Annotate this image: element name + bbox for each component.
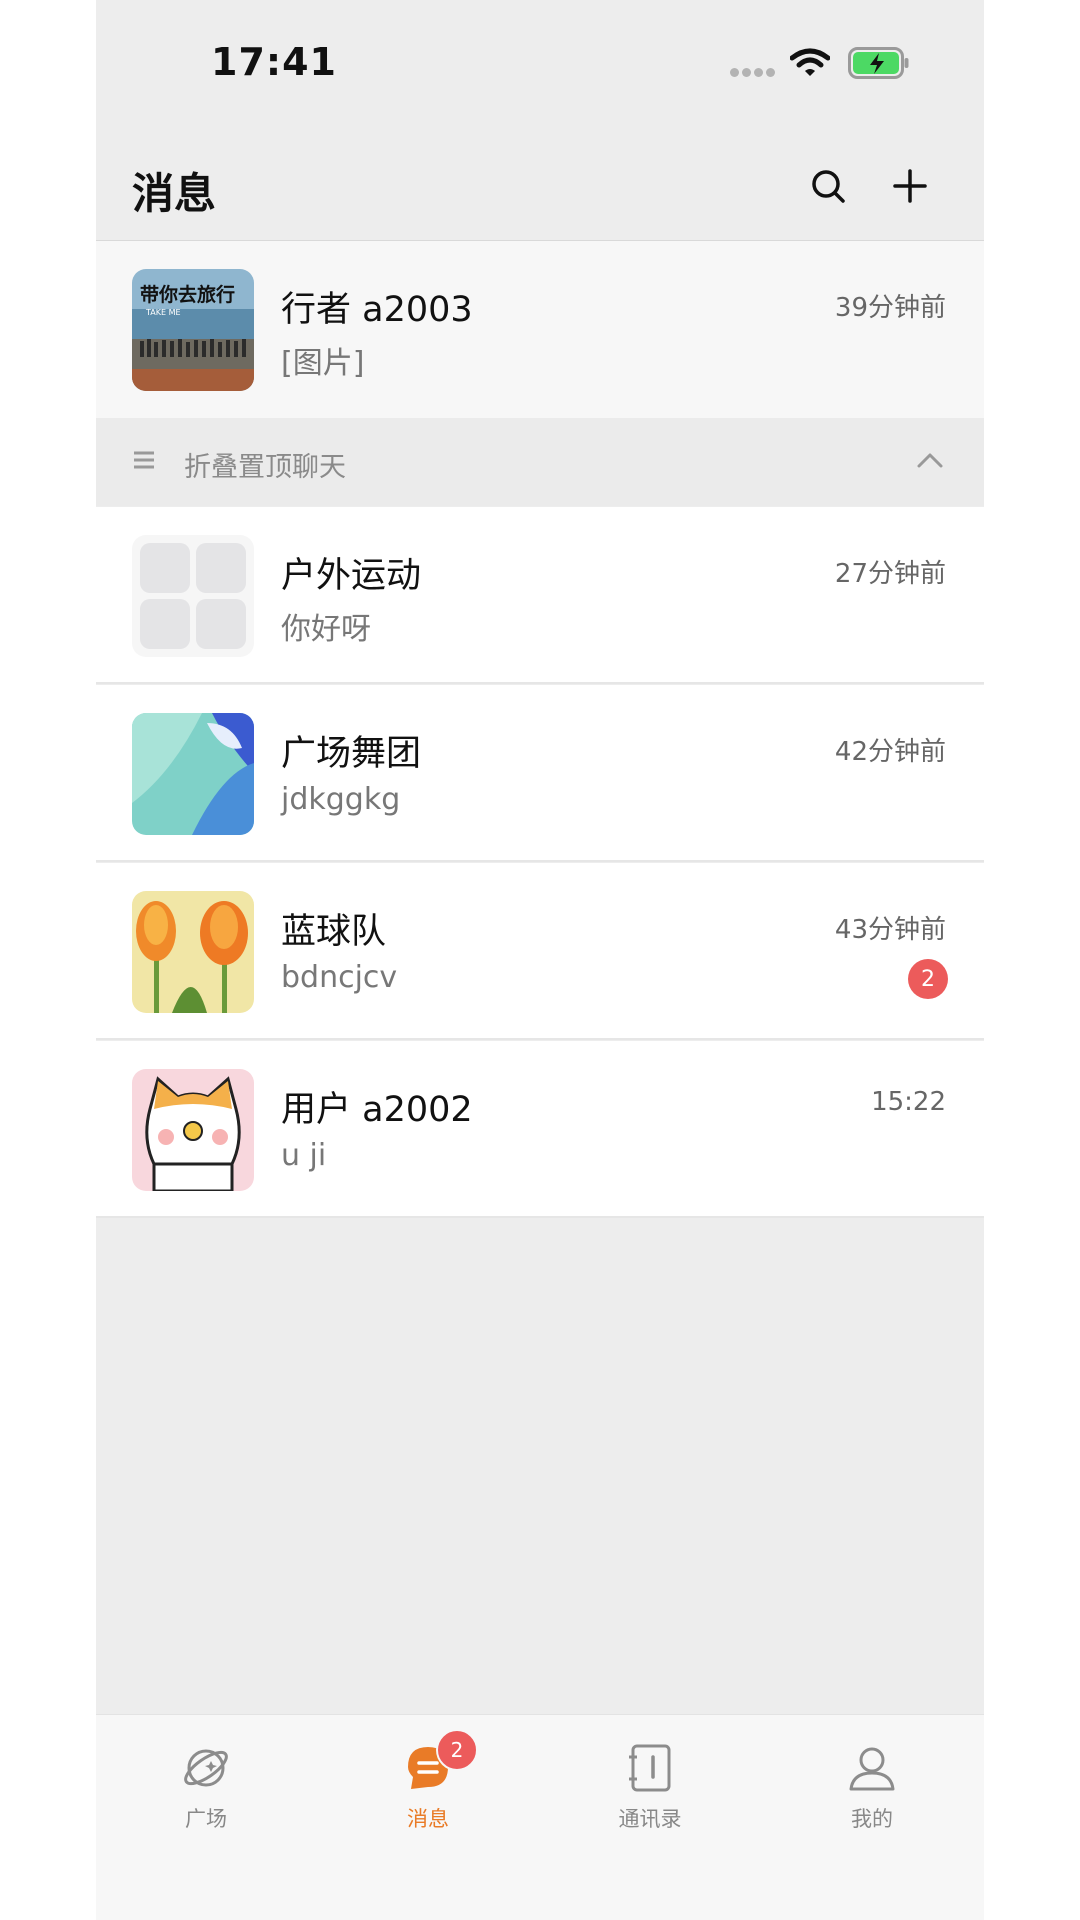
chat-preview: [图片] (281, 346, 365, 381)
phone-screen: 17:41 消息 带你去旅行 TAKE ME 行者 a2003 [图片] 39分… (96, 0, 984, 1920)
nav-header: 消息 (96, 130, 984, 240)
avatar: 带你去旅行 TAKE ME (132, 269, 254, 391)
chat-time: 27分钟前 (834, 559, 946, 589)
menu-icon (134, 451, 154, 469)
add-button[interactable] (882, 158, 938, 214)
chat-preview: 你好呀 (281, 612, 371, 647)
wifi-icon (790, 48, 830, 76)
fold-pinned-bar[interactable]: 折叠置顶聊天 (96, 418, 984, 506)
contacts-book-icon (629, 1744, 671, 1792)
status-time: 17:41 (211, 40, 337, 84)
signal-icon (730, 68, 775, 77)
chat-time: 42分钟前 (834, 737, 946, 767)
planet-icon (184, 1749, 228, 1787)
chat-time: 43分钟前 (834, 915, 946, 945)
chat-name: 用户 a2002 (281, 1090, 473, 1130)
tab-label: 广场 (185, 1807, 227, 1831)
chat-name: 行者 a2003 (281, 290, 473, 330)
avatar (132, 713, 254, 835)
chat-time: 15:22 (871, 1087, 946, 1117)
chat-name: 户外运动 (281, 556, 422, 596)
chat-row[interactable]: 户外运动 你好呀 27分钟前 (96, 507, 984, 684)
pinned-chat-row[interactable]: 带你去旅行 TAKE ME 行者 a2003 [图片] 39分钟前 (96, 241, 984, 418)
chat-name: 蓝球队 (281, 912, 387, 952)
tab-label: 我的 (851, 1807, 893, 1831)
chat-row[interactable]: 用户 a2002 u ji 15:22 (96, 1041, 984, 1218)
page-title: 消息 (132, 169, 217, 218)
chat-preview: jdkggkg (281, 782, 401, 817)
tab-bar: 广场 2 消息 通讯录 我的 (96, 1714, 984, 1920)
status-bar: 17:41 (96, 0, 984, 130)
person-icon (849, 1747, 895, 1791)
avatar (132, 1069, 254, 1191)
avatar-subcaption: TAKE ME (145, 308, 181, 317)
avatar (132, 891, 254, 1013)
search-button[interactable] (800, 158, 856, 214)
tab-me[interactable]: 我的 (812, 1743, 932, 1843)
search-icon (812, 170, 845, 203)
chevron-up-icon (917, 453, 943, 468)
avatar (132, 535, 254, 657)
row-divider (96, 1038, 984, 1040)
plus-icon (893, 169, 927, 203)
fold-label: 折叠置顶聊天 (184, 452, 346, 483)
unread-badge: 2 (908, 959, 948, 999)
row-divider (96, 1216, 984, 1218)
chat-preview: bdncjcv (281, 960, 398, 995)
tab-messages[interactable]: 2 消息 (368, 1729, 488, 1843)
tab-plaza[interactable]: 广场 (146, 1743, 266, 1843)
tab-label: 通讯录 (618, 1807, 682, 1831)
chat-preview: u ji (281, 1138, 327, 1173)
chat-name: 广场舞团 (281, 734, 422, 774)
avatar-caption: 带你去旅行 (140, 283, 235, 306)
row-divider (96, 860, 984, 862)
row-divider (96, 682, 984, 684)
tab-label: 消息 (407, 1807, 449, 1831)
tab-badge: 2 (436, 1729, 478, 1771)
tab-contacts[interactable]: 通讯录 (590, 1743, 710, 1843)
battery-icon (848, 47, 909, 79)
chat-row[interactable]: 广场舞团 jdkggkg 42分钟前 (96, 685, 984, 862)
chat-row[interactable]: 蓝球队 bdncjcv 43分钟前 2 (96, 863, 984, 1040)
chat-time: 39分钟前 (834, 293, 946, 323)
